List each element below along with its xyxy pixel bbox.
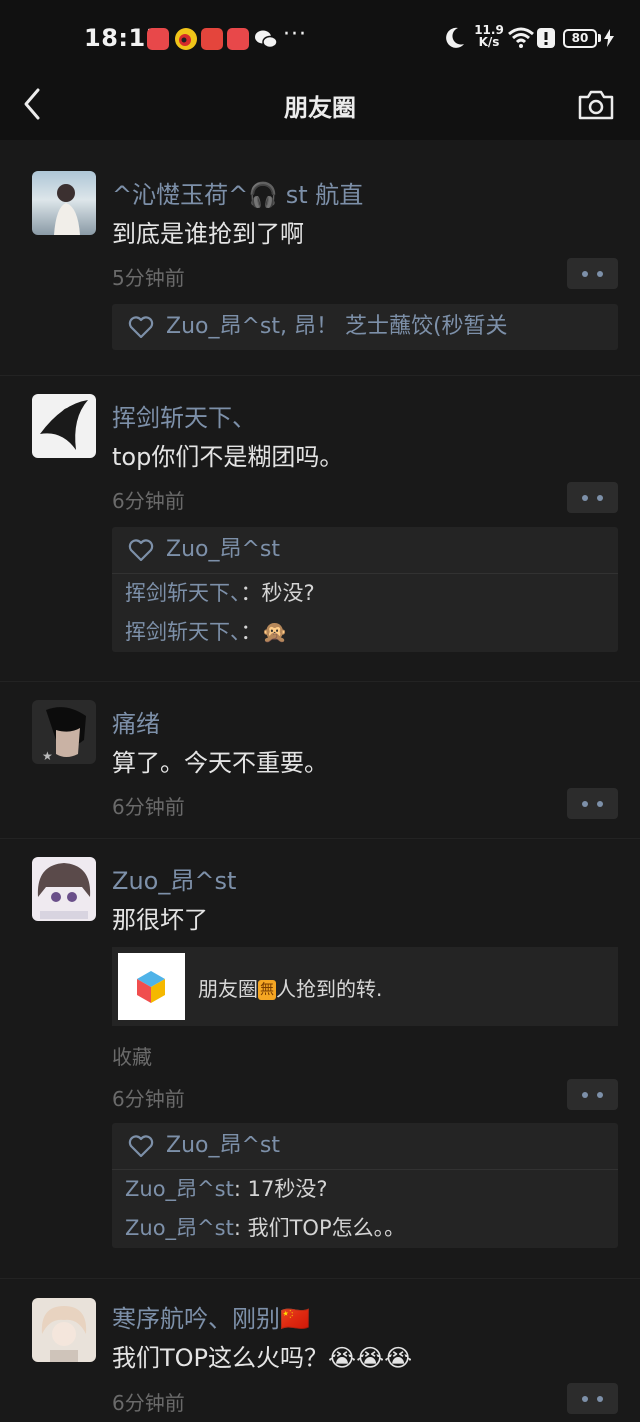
comment-time: 5分钟前 <box>112 266 185 290</box>
reply-text: 秒没? <box>261 581 315 605</box>
wifi-icon <box>508 27 534 53</box>
battery-tip <box>598 34 601 42</box>
comment-text: 到底是谁抢到了啊 <box>112 220 304 248</box>
avatar[interactable] <box>32 394 96 458</box>
red-app-icon <box>147 28 169 50</box>
avatar[interactable] <box>32 171 96 235</box>
more-actions-button[interactable] <box>567 788 618 819</box>
camera-icon <box>578 90 614 120</box>
interaction-panel: Zuo_昂^st, 昂！ 芝士蘸饺(秒暂关 <box>112 304 618 350</box>
comment-item[interactable]: 挥剑斩天下、 top你们不是糊团吗。 6分钟前 Zuo_昂^st 挥剑斩天下、：… <box>0 376 640 682</box>
weibo-icon <box>175 28 197 50</box>
reply-text: 17秒没? <box>247 1177 328 1201</box>
camera-button[interactable] <box>578 90 614 120</box>
heart-icon <box>128 1135 154 1157</box>
like-names: Zuo_昂^st <box>166 537 280 562</box>
wechat-icon <box>254 28 278 50</box>
comment-time: 6分钟前 <box>112 1087 185 1111</box>
comment-text: 我们TOP这么火吗？😭😭😭 <box>112 1344 413 1372</box>
more-actions-button[interactable] <box>567 482 618 513</box>
like-list[interactable]: Zuo_昂^st <box>112 527 618 573</box>
commenter-name[interactable]: Zuo_昂^st <box>112 861 236 896</box>
reply-item[interactable]: Zuo_昂^st: 17秒没? <box>112 1170 618 1209</box>
more-actions-button[interactable] <box>567 258 618 289</box>
reply-author[interactable]: Zuo_昂^st <box>125 1216 234 1240</box>
more-notifications-icon: ··· <box>283 22 307 47</box>
favorite-label[interactable]: 收藏 <box>112 1041 152 1070</box>
reply-text: 我们TOP怎么。。 <box>247 1216 406 1240</box>
commenter-name[interactable]: ^沁憷玉荷^🎧 st 航直 <box>112 175 363 210</box>
commenter-name[interactable]: 挥剑斩天下、 <box>112 398 256 433</box>
more-actions-button[interactable] <box>567 1079 618 1110</box>
emoji-badge: 無 <box>258 980 276 1000</box>
red-app-icon <box>227 28 249 50</box>
more-actions-button[interactable] <box>567 1383 618 1414</box>
comment-time: 6分钟前 <box>112 489 185 513</box>
reply-text: 🙊 <box>261 620 288 644</box>
charging-icon <box>604 29 614 51</box>
comment-text: 算了。今天不重要。 <box>112 749 328 777</box>
shared-link-card[interactable]: 朋友圈無人抢到的转. <box>112 947 618 1026</box>
reply-author[interactable]: Zuo_昂^st <box>125 1177 234 1201</box>
moon-icon <box>444 26 466 54</box>
svg-text:★: ★ <box>42 749 53 763</box>
comment-item[interactable]: ^沁憷玉荷^🎧 st 航直 到底是谁抢到了啊 5分钟前 Zuo_昂^st, 昂！… <box>0 140 640 376</box>
comment-text: top你们不是糊团吗。 <box>112 443 344 471</box>
like-list[interactable]: Zuo_昂^st, 昂！ 芝士蘸饺(秒暂关 <box>112 304 618 350</box>
commenter-name[interactable]: 寒序航吟、刚别🇨🇳 <box>112 1299 310 1334</box>
comment-time: 6分钟前 <box>112 795 185 819</box>
avatar[interactable]: ★ <box>32 700 96 764</box>
comment-list: ^沁憷玉荷^🎧 st 航直 到底是谁抢到了啊 5分钟前 Zuo_昂^st, 昂！… <box>0 140 640 1422</box>
shared-link-title: 朋友圈無人抢到的转. <box>198 977 383 1001</box>
battery-icon: 80 <box>563 29 597 48</box>
reply-item[interactable]: Zuo_昂^st: 我们TOP怎么。。 <box>112 1209 618 1248</box>
reply-item[interactable]: 挥剑斩天下、：秒没? <box>112 574 618 613</box>
network-speed: 11.9 K/s <box>474 23 504 49</box>
huawei-app-icon <box>201 28 223 50</box>
comment-item[interactable]: Zuo_昂^st 那很坏了 朋友圈無人抢到的转. 收藏 6分钟前 Zuo_昂^s… <box>0 839 640 1279</box>
nav-bar: 朋友圈 <box>0 72 640 140</box>
comment-item[interactable]: ★ 痛绪 算了。今天不重要。 6分钟前 <box>0 682 640 839</box>
like-names: Zuo_昂^st <box>166 1133 280 1158</box>
comment-item[interactable]: 寒序航吟、刚别🇨🇳 我们TOP这么火吗？😭😭😭 6分钟前 <box>0 1279 640 1422</box>
avatar[interactable] <box>32 1298 96 1362</box>
reply-item[interactable]: 挥剑斩天下、：🙊 <box>112 613 618 652</box>
alert-icon <box>537 28 555 52</box>
page-title: 朋友圈 <box>284 94 356 122</box>
like-names: Zuo_昂^st, 昂！ 芝士蘸饺(秒暂关 <box>166 314 508 339</box>
comment-time: 6分钟前 <box>112 1391 185 1415</box>
interaction-panel: Zuo_昂^st Zuo_昂^st: 17秒没? Zuo_昂^st: 我们TOP… <box>112 1123 618 1248</box>
heart-icon <box>128 316 154 338</box>
like-list[interactable]: Zuo_昂^st <box>112 1123 618 1169</box>
avatar[interactable] <box>32 857 96 921</box>
reply-author[interactable]: 挥剑斩天下、 <box>125 581 241 605</box>
heart-icon <box>128 539 154 561</box>
interaction-panel: Zuo_昂^st 挥剑斩天下、：秒没? 挥剑斩天下、：🙊 <box>112 527 618 652</box>
commenter-name[interactable]: 痛绪 <box>112 704 160 739</box>
cube-icon <box>118 953 185 1020</box>
reply-author[interactable]: 挥剑斩天下、 <box>125 620 241 644</box>
status-bar: 18:13 ··· 11.9 K/s 80 <box>0 0 640 72</box>
comment-text: 那很坏了 <box>112 906 208 934</box>
